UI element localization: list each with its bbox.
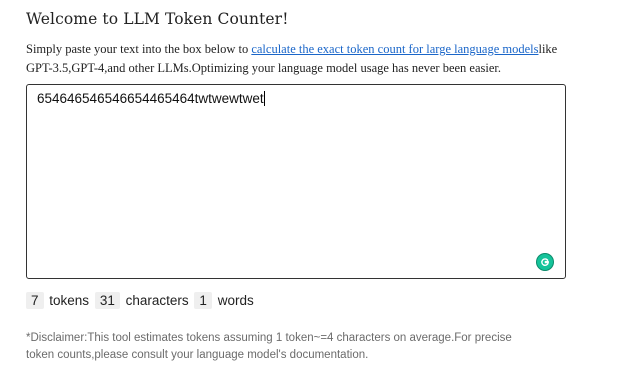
tokens-count: 7 [26,292,44,309]
text-input-content: 65464654654665446546​4twtwewtwet [37,91,264,106]
tokens-label: tokens [49,293,90,308]
characters-count: 31 [94,292,120,309]
grammarly-g-glyph [541,258,550,267]
words-label: words [217,293,254,308]
intro-paragraph: Simply paste your text into the box belo… [26,40,566,78]
page-title: Welcome to LLM Token Counter! [26,10,289,28]
text-input-area[interactable]: 65464654654665446546​4twtwewtwet [26,84,566,279]
text-cursor [263,91,265,106]
characters-label: characters [125,293,189,308]
token-stats: 7 tokens 31 characters 1 words [26,292,256,309]
token-count-link[interactable]: calculate the exact token count for larg… [251,42,538,56]
text-input-value: 65464654654665446546​4twtwewtwet [37,91,265,106]
grammarly-icon[interactable] [537,254,553,270]
disclaimer-text: *Disclaimer:This tool estimates tokens a… [26,332,512,361]
words-count: 1 [194,292,212,309]
intro-text-before: Simply paste your text into the box belo… [26,42,252,56]
